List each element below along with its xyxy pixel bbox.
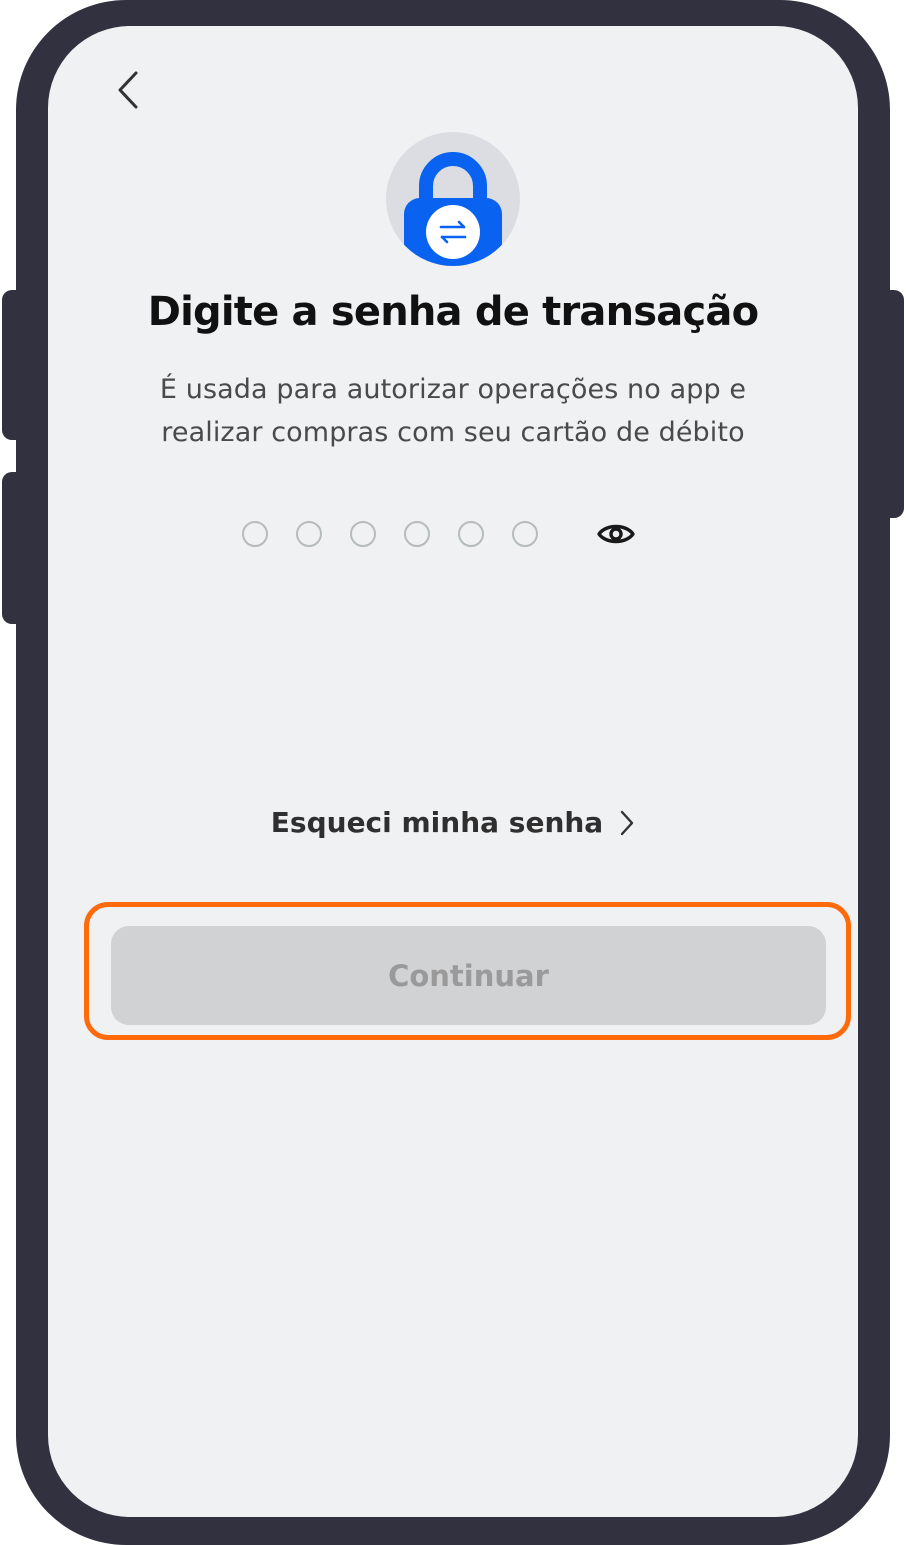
forgot-password-link[interactable]: Esqueci minha senha (48, 806, 858, 839)
chevron-right-icon (619, 809, 635, 837)
eye-icon (597, 524, 635, 544)
phone-mockup: Digite a senha de transação É usada para… (0, 0, 906, 1545)
pin-digit-slot (350, 521, 376, 547)
pin-digit-slot (458, 521, 484, 547)
chevron-left-icon (118, 71, 138, 109)
pin-digit-slot (404, 521, 430, 547)
forgot-password-label: Esqueci minha senha (270, 806, 604, 839)
pin-digit-slot (242, 521, 268, 547)
toggle-password-visibility-button[interactable] (594, 516, 638, 552)
lock-transfer-icon (404, 152, 502, 266)
back-button[interactable] (106, 68, 150, 112)
continue-button[interactable]: Continuar (111, 926, 826, 1025)
page-subtitle: É usada para autorizar operações no app … (159, 374, 747, 448)
pin-digit-slot (296, 521, 322, 547)
pin-input[interactable] (242, 519, 538, 549)
lock-illustration (386, 132, 520, 266)
pin-digit-slot (512, 521, 538, 547)
app-screen: Digite a senha de transação É usada para… (48, 26, 858, 1517)
device-frame: Digite a senha de transação É usada para… (16, 0, 890, 1545)
page-title: Digite a senha de transação (147, 289, 759, 335)
